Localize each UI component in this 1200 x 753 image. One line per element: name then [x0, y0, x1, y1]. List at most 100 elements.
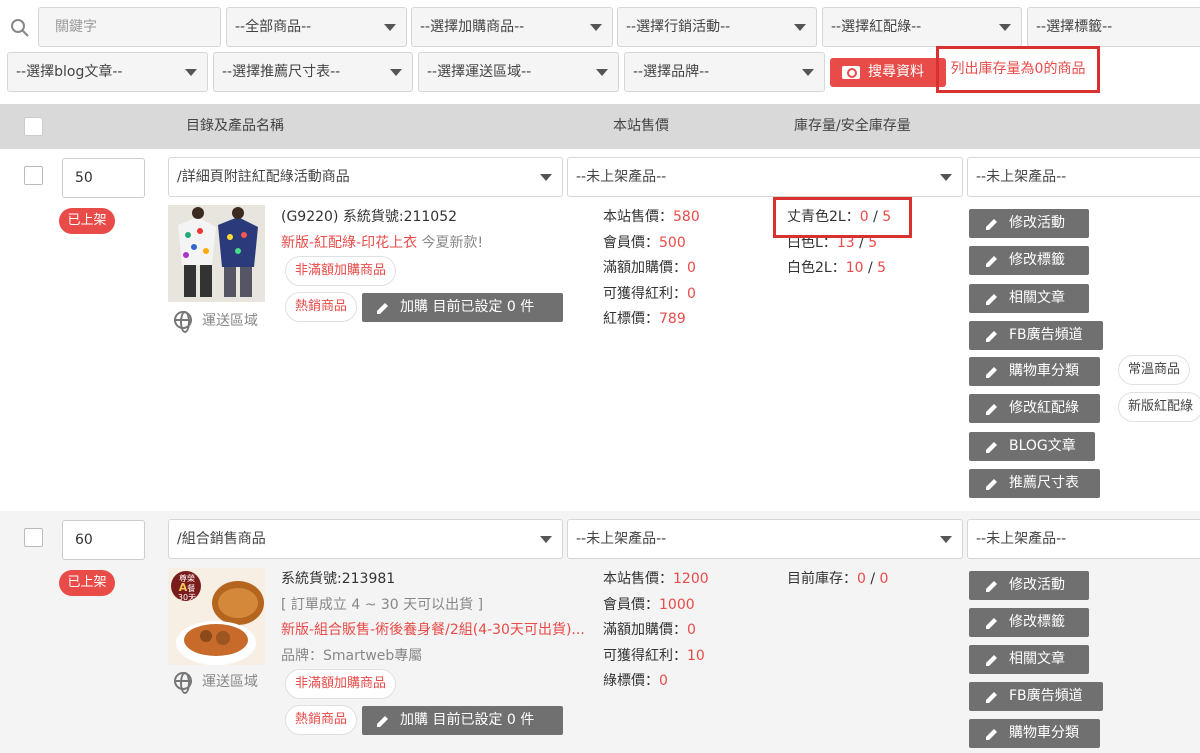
search-button[interactable]: 搜尋資料: [830, 58, 946, 87]
status-select[interactable]: --未上架產品--: [567, 157, 963, 197]
brand-select-value: --選擇品牌--: [633, 64, 710, 80]
addon-products-select[interactable]: --選擇加購商品--: [411, 7, 613, 47]
tags-select-value: --選擇標籤--: [1036, 19, 1113, 35]
red-green-tag[interactable]: 新版紅配綠: [1118, 392, 1200, 422]
pencil-icon: [986, 692, 997, 703]
category-select[interactable]: /組合銷售商品: [168, 519, 563, 559]
sort-order-input[interactable]: 60: [62, 520, 145, 560]
all-products-select[interactable]: --全部商品--: [226, 7, 407, 47]
marketing-select[interactable]: --選擇行銷活動--: [617, 7, 817, 47]
product-name[interactable]: 新版-紅配綠-印花上衣: [281, 235, 417, 251]
size-chart-select[interactable]: --選擇推薦尺寸表--: [213, 52, 413, 92]
product-brand: 品牌：Smartweb專屬: [281, 648, 423, 664]
action-label: 修改標籤: [1009, 252, 1065, 268]
pencil-icon: [986, 219, 997, 230]
edit-tags-button[interactable]: 修改標籤: [969, 608, 1089, 637]
category-select-value: /組合銷售商品: [177, 531, 266, 547]
cart-category-button[interactable]: 購物車分類: [969, 719, 1100, 748]
action-label: 修改紅配綠: [1009, 400, 1079, 416]
blog-article-button[interactable]: BLOG文章: [969, 432, 1095, 461]
shipping-region-select[interactable]: --選擇運送區域--: [418, 52, 619, 92]
chevron-down-icon: [940, 174, 952, 181]
non-full-addon-tag[interactable]: 非滿額加購商品: [285, 256, 397, 286]
tags-select[interactable]: --選擇標籤--: [1027, 7, 1200, 47]
stock-sep: /: [865, 571, 880, 587]
pencil-icon: [986, 655, 997, 666]
related-articles-button[interactable]: 相關文章: [969, 284, 1089, 313]
price-value: 500: [659, 234, 686, 251]
product-thumbnail[interactable]: [168, 205, 265, 302]
chevron-down-icon: [794, 24, 806, 31]
row-checkbox[interactable]: [24, 166, 43, 185]
search-icon[interactable]: [10, 18, 30, 38]
row-checkbox[interactable]: [24, 528, 43, 547]
cart-category-button[interactable]: 購物車分類: [969, 357, 1100, 386]
pencil-icon: [986, 404, 997, 415]
fb-ad-channel-button[interactable]: FB廣告頻道: [969, 682, 1103, 711]
action-label: 推薦尺寸表: [1009, 475, 1079, 491]
red-green-select-value: --選擇紅配綠--: [831, 19, 922, 35]
addon-products-select-value: --選擇加購商品--: [420, 19, 525, 35]
category-select[interactable]: /詳細頁附註紅配綠活動商品: [168, 157, 563, 197]
search-icon: [842, 66, 860, 79]
hot-product-tag[interactable]: 熱銷商品: [285, 705, 358, 735]
status-select-2[interactable]: --未上架產品--: [967, 519, 1200, 559]
product-thumbnail[interactable]: 尊榮 A餐 30天: [168, 568, 265, 665]
non-full-addon-tag[interactable]: 非滿額加購商品: [285, 669, 397, 699]
col-stock-header: 庫存量/安全庫存量: [794, 118, 911, 134]
stock-safe: 0: [879, 571, 889, 587]
chevron-down-icon: [540, 536, 552, 543]
size-chart-button[interactable]: 推薦尺寸表: [969, 469, 1100, 498]
stock-label: 目前庫存：: [787, 571, 857, 587]
keyword-input[interactable]: 關鍵字: [38, 7, 221, 47]
chevron-down-icon: [540, 174, 552, 181]
edit-activity-button[interactable]: 修改活動: [969, 571, 1089, 600]
price-bonus: 可獲得紅利：10: [603, 644, 709, 670]
select-all-checkbox[interactable]: [24, 117, 43, 136]
action-label: 相關文章: [1009, 290, 1065, 306]
product-name[interactable]: 新版-組合販售-術後養身餐/2組(4-30天可出貨)...: [281, 618, 585, 643]
edit-tags-button[interactable]: 修改標籤: [969, 246, 1089, 275]
stock-label: 白色2L：: [787, 260, 846, 276]
globe-icon: [174, 311, 192, 333]
price-value: 0: [687, 260, 696, 276]
red-green-select[interactable]: --選擇紅配綠--: [822, 7, 1022, 47]
blog-select[interactable]: --選擇blog文章--: [7, 52, 208, 92]
shipping-region-link[interactable]: 運送區域: [202, 310, 258, 330]
price-member: 會員價：1000: [603, 593, 709, 619]
action-label: 購物車分類: [1009, 363, 1079, 379]
addon-button[interactable]: 加購 目前已設定 0 件: [362, 293, 563, 322]
addon-button[interactable]: 加購 目前已設定 0 件: [362, 706, 563, 735]
price-label: 本站售價：: [603, 209, 673, 225]
status-select-2[interactable]: --未上架產品--: [967, 157, 1200, 197]
ship-lead-time: [ 訂單成立 4 ~ 30 天可以出貨 ]: [281, 597, 484, 613]
price-value: 0: [659, 673, 668, 689]
status-select[interactable]: --未上架產品--: [567, 519, 963, 559]
price-value: 789: [659, 311, 686, 327]
stock-sep: /: [863, 260, 878, 276]
price-member: 會員價：500: [603, 231, 700, 257]
pencil-icon: [986, 331, 997, 342]
edit-activity-button[interactable]: 修改活動: [969, 209, 1089, 238]
search-button-label: 搜尋資料: [868, 64, 924, 80]
pencil-icon: [986, 294, 997, 305]
hot-product-tag[interactable]: 熱銷商品: [285, 292, 358, 322]
fb-ad-channel-button[interactable]: FB廣告頻道: [969, 321, 1103, 350]
edit-red-green-button[interactable]: 修改紅配綠: [969, 394, 1100, 423]
price-label: 會員價：: [603, 596, 659, 613]
price-value: 0: [687, 622, 696, 638]
zero-stock-link[interactable]: 列出庫存量為0的商品: [936, 46, 1100, 93]
price-label: 可獲得紅利：: [603, 285, 687, 302]
stock-qty: 10: [845, 260, 864, 276]
globe-icon: [174, 672, 192, 694]
brand-select[interactable]: --選擇品牌--: [624, 52, 825, 92]
pencil-icon: [986, 442, 997, 453]
price-list: 本站售價：1200 會員價：1000 滿額加購價：0 可獲得紅利：10 綠標價：…: [603, 567, 709, 695]
action-label: 購物車分類: [1009, 725, 1079, 741]
cart-category-tag[interactable]: 常溫商品: [1118, 355, 1191, 385]
related-articles-button[interactable]: 相關文章: [969, 645, 1089, 674]
sort-order-input[interactable]: 50: [62, 158, 145, 198]
shipping-region-link[interactable]: 運送區域: [202, 671, 258, 691]
stock-line: 白色2L：10 / 5: [787, 256, 891, 282]
stock-highlight-box: [773, 197, 912, 238]
